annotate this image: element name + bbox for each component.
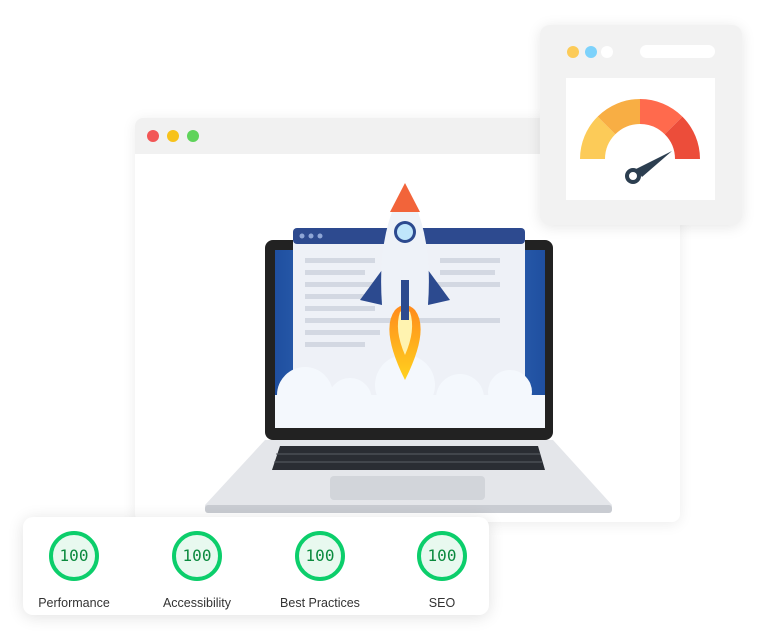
score-label: Accessibility [162, 596, 232, 610]
score-best-practices: 100 Best Practices [265, 527, 375, 610]
score-accessibility: 100 Accessibility [142, 527, 252, 610]
score-ring: 100 [49, 531, 99, 581]
score-label: SEO [428, 596, 456, 610]
gauge-panel [566, 78, 715, 200]
white-dot-icon [601, 46, 613, 58]
speedometer-gauge-icon [580, 99, 700, 184]
lighthouse-scores-card: 100 Performance 100 Accessibility 100 Be… [23, 517, 489, 615]
score-ring: 100 [172, 531, 222, 581]
score-performance: 100 Performance [19, 527, 129, 610]
score-label: Performance [38, 596, 110, 610]
blue-dot-icon [585, 46, 597, 58]
speed-gauge-window [540, 25, 742, 225]
address-bar [640, 45, 715, 58]
score-seo: 100 SEO [387, 527, 497, 610]
score-ring: 100 [417, 531, 467, 581]
yellow-dot-icon [567, 46, 579, 58]
score-label: Best Practices [280, 596, 360, 610]
score-ring: 100 [295, 531, 345, 581]
